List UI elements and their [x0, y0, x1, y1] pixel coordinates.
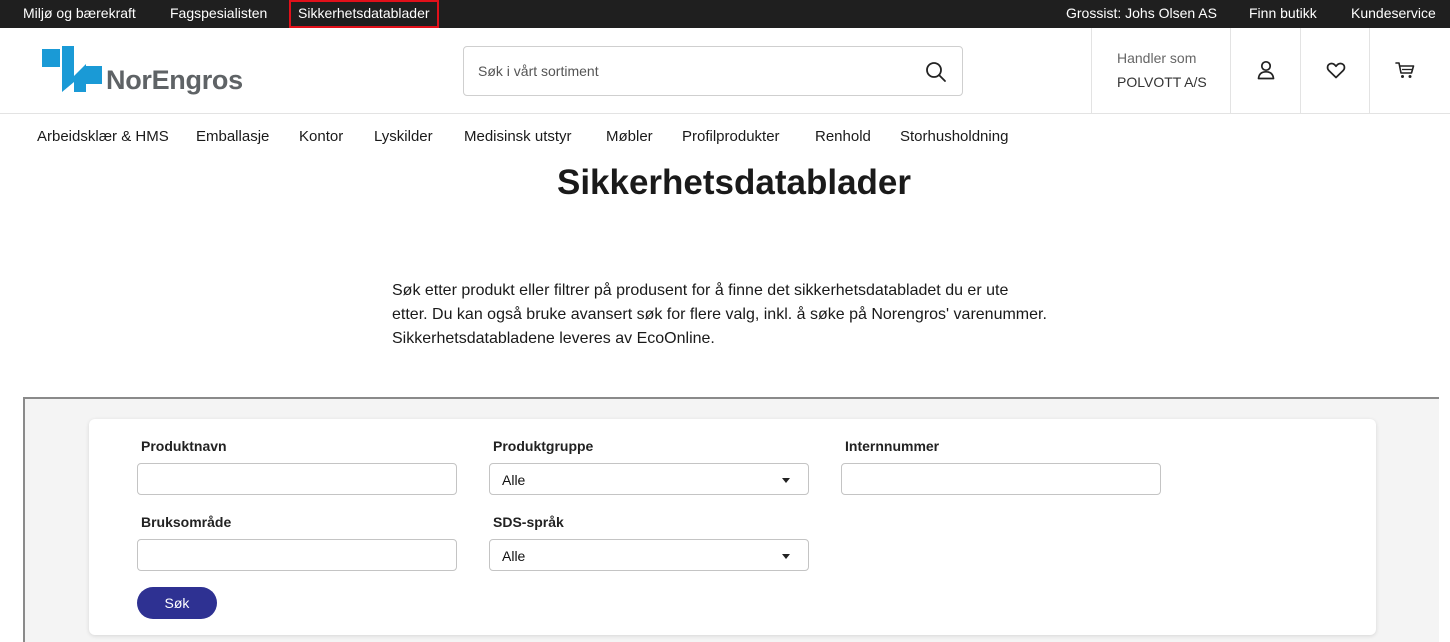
- handler-label: Handler som: [1117, 50, 1197, 66]
- category-arbeidsklaer[interactable]: Arbeidsklær & HMS: [37, 128, 169, 145]
- intro-line: etter. Du kan også bruke avansert søk fo…: [392, 306, 1047, 323]
- topbar-grossist[interactable]: Grossist: Johs Olsen AS: [1066, 0, 1217, 28]
- category-storhusholdning[interactable]: Storhusholdning: [900, 128, 1008, 145]
- category-profilprodukter[interactable]: Profilprodukter: [682, 128, 780, 145]
- handler-som[interactable]: Handler som POLVOTT A/S: [1091, 28, 1231, 113]
- produktgruppe-value: Alle: [502, 472, 526, 488]
- sds-search-panel: Produktnavn Produktgruppe Alle Internnum…: [23, 397, 1439, 642]
- cart-icon: [1395, 62, 1415, 78]
- handler-name: POLVOTT A/S: [1117, 74, 1207, 90]
- sds-sprak-label: SDS-språk: [493, 514, 564, 530]
- produktgruppe-label: Produktgruppe: [493, 438, 594, 454]
- category-emballasje[interactable]: Emballasje: [196, 128, 269, 145]
- page-title: Sikkerhetsdatablader: [556, 163, 912, 202]
- favorites-button[interactable]: [1300, 28, 1370, 113]
- chevron-down-icon: [782, 478, 790, 483]
- chevron-down-icon: [782, 554, 790, 559]
- heart-icon: [1326, 62, 1346, 79]
- intro-line: Sikkerhetsdatabladene leveres av EcoOnli…: [392, 330, 715, 347]
- topbar-link-finn-butikk[interactable]: Finn butikk: [1249, 0, 1317, 28]
- search-submit-button[interactable]: Søk: [137, 587, 217, 619]
- intro-line: Søk etter produkt eller filtrer på produ…: [392, 282, 1009, 299]
- norengros-logo[interactable]: NorEngros: [42, 46, 243, 96]
- internnummer-label: Internnummer: [845, 438, 940, 454]
- category-nav: Arbeidsklær & HMS Emballasje Kontor Lysk…: [0, 114, 1450, 160]
- user-icon: [1257, 60, 1275, 80]
- search-input[interactable]: [478, 59, 908, 83]
- topbar-link-fagspesialisten[interactable]: Fagspesialisten: [170, 0, 267, 28]
- category-medisinsk-utstyr[interactable]: Medisinsk utstyr: [464, 128, 572, 145]
- category-mobler[interactable]: Møbler: [606, 128, 653, 145]
- internnummer-input[interactable]: [841, 463, 1161, 495]
- category-renhold[interactable]: Renhold: [815, 128, 871, 145]
- sds-sprak-select[interactable]: Alle: [489, 539, 809, 571]
- account-button[interactable]: [1230, 28, 1300, 113]
- produktnavn-label: Produktnavn: [141, 438, 227, 454]
- topbar-link-miljo[interactable]: Miljø og bærekraft: [23, 0, 136, 28]
- topbar-link-sikkerhetsdatablader[interactable]: Sikkerhetsdatablader: [289, 0, 439, 28]
- cart-button[interactable]: [1369, 28, 1440, 113]
- sds-search-form: Produktnavn Produktgruppe Alle Internnum…: [89, 419, 1376, 635]
- logo-wordmark: NorEngros: [106, 65, 243, 95]
- intro-text: Søk etter produkt eller filtrer på produ…: [392, 279, 1072, 351]
- category-kontor[interactable]: Kontor: [299, 128, 343, 145]
- produktnavn-input[interactable]: [137, 463, 457, 495]
- produktgruppe-select[interactable]: Alle: [489, 463, 809, 495]
- sds-sprak-value: Alle: [502, 548, 526, 564]
- category-lyskilder[interactable]: Lyskilder: [374, 128, 433, 145]
- norengros-logo-mark: [42, 46, 102, 92]
- top-utility-bar: Miljø og bærekraft Fagspesialisten Sikke…: [0, 0, 1450, 28]
- site-header: NorEngros Handler som POLVOTT A/S: [0, 28, 1450, 114]
- site-search[interactable]: [463, 46, 963, 96]
- bruksomrade-label: Bruksområde: [141, 514, 232, 530]
- bruksomrade-input[interactable]: [137, 539, 457, 571]
- search-icon[interactable]: [924, 60, 948, 84]
- topbar-link-kundeservice[interactable]: Kundeservice: [1351, 0, 1436, 28]
